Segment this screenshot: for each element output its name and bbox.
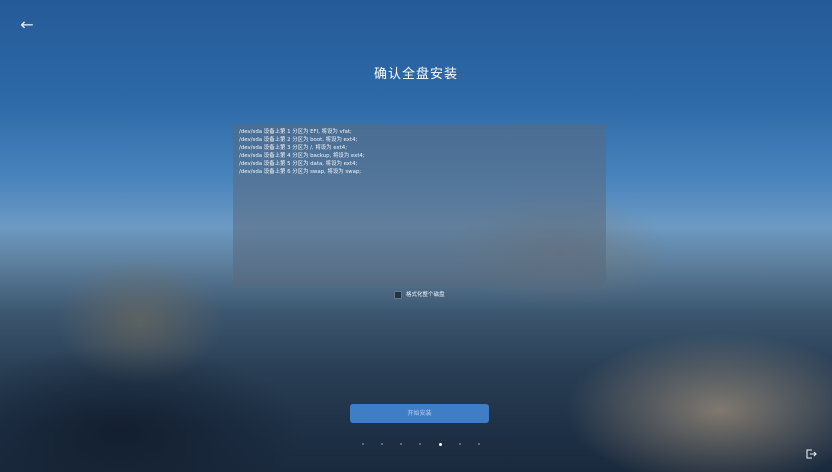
step-dot	[362, 443, 364, 445]
partition-line: /dev/sda 设备上第 4 分区为 backup, 将设为 ext4;	[239, 153, 365, 159]
step-dot	[477, 443, 480, 445]
step-dot	[381, 443, 384, 445]
format-disk-checkbox[interactable]	[394, 291, 402, 299]
step-dot	[419, 443, 422, 445]
partition-line: /dev/sda 设备上第 2 分区为 boot, 将设为 ext4;	[239, 137, 358, 143]
partition-line: /dev/sda 设备上第 6 分区为 swap, 将设为 swap;	[239, 169, 362, 175]
step-indicator	[362, 442, 480, 446]
step-dot	[458, 443, 461, 445]
start-install-button[interactable]: 开始安装	[350, 404, 489, 423]
step-dot	[400, 443, 403, 445]
partition-line: /dev/sda 设备上第 1 分区为 EFI, 将设为 vfat;	[239, 129, 352, 135]
partition-line: /dev/sda 设备上第 5 分区为 data, 将设为 ext4;	[239, 161, 358, 167]
format-disk-option[interactable]: 格式化整个磁盘	[394, 291, 445, 299]
partition-line: /dev/sda 设备上第 3 分区为 /, 将设为 ext4;	[239, 145, 348, 151]
step-dot-active	[438, 442, 442, 446]
back-arrow-icon[interactable]: ←	[16, 16, 38, 34]
exit-icon[interactable]	[805, 448, 817, 460]
format-disk-label: 格式化整个磁盘	[406, 292, 445, 298]
partition-summary-panel: /dev/sda 设备上第 1 分区为 EFI, 将设为 vfat; /dev/…	[233, 124, 606, 286]
page-title: 确认全盘安装	[373, 67, 458, 82]
